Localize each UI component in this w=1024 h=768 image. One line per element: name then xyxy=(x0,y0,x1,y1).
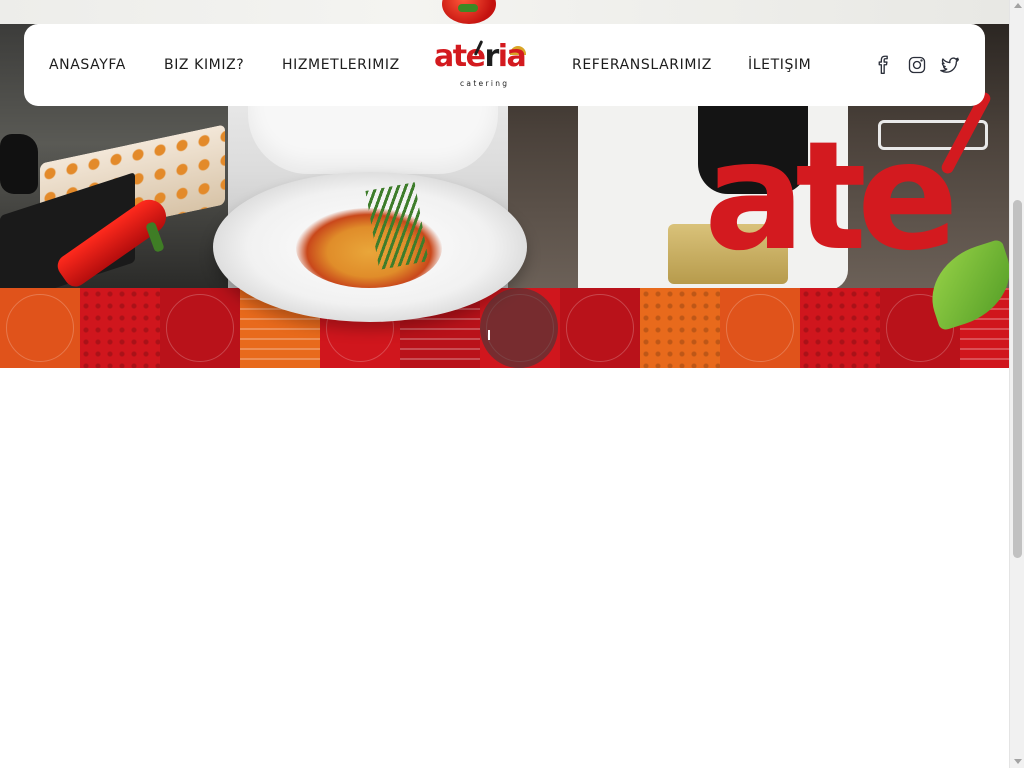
tomato-leaf-image xyxy=(458,4,478,12)
nav-link-hizmetlerimiz[interactable]: HIZMETLERIMIZ xyxy=(282,24,400,106)
pattern-tile xyxy=(160,288,240,368)
page: ate ANASAYFA BIZ KIMIZ? HIZMETLERIMIZ at… xyxy=(0,0,1009,768)
slider-dot-mark xyxy=(488,330,490,340)
scroll-up-arrow-icon[interactable] xyxy=(1014,3,1022,8)
twitter-icon[interactable] xyxy=(939,54,961,76)
scrollbar-thumb[interactable] xyxy=(1013,200,1022,558)
hero-brand-text: ate xyxy=(704,110,959,284)
slider-pagination-dot[interactable] xyxy=(480,288,558,368)
main-navbar: ANASAYFA BIZ KIMIZ? HIZMETLERIMIZ ateria… xyxy=(24,24,985,106)
pattern-tile xyxy=(640,288,720,368)
scroll-down-arrow-icon[interactable] xyxy=(1014,759,1022,764)
logo-word-part: ate xyxy=(434,39,486,74)
logo-word-part: r xyxy=(484,39,499,74)
vertical-scrollbar[interactable] xyxy=(1009,0,1024,768)
pattern-tile xyxy=(80,288,160,368)
hero-top-strip xyxy=(0,0,1009,24)
nav-link-iletisim[interactable]: İLETIŞIM xyxy=(748,24,811,106)
pattern-tile xyxy=(0,288,80,368)
glove-image xyxy=(0,134,38,194)
pattern-tile xyxy=(720,288,800,368)
instagram-icon[interactable] xyxy=(906,54,928,76)
facebook-icon[interactable] xyxy=(872,54,894,76)
ateria-logo[interactable]: ateria catering xyxy=(432,38,532,92)
pattern-tile xyxy=(800,288,880,368)
nav-link-biz-kimiz[interactable]: BIZ KIMIZ? xyxy=(164,24,244,106)
nav-link-anasayfa[interactable]: ANASAYFA xyxy=(49,24,126,106)
logo-word-part: ia xyxy=(497,39,527,74)
nav-link-referanslarimiz[interactable]: REFERANSLARIMIZ xyxy=(572,24,712,106)
logo-subtitle: catering xyxy=(460,79,510,88)
pattern-tile xyxy=(560,288,640,368)
